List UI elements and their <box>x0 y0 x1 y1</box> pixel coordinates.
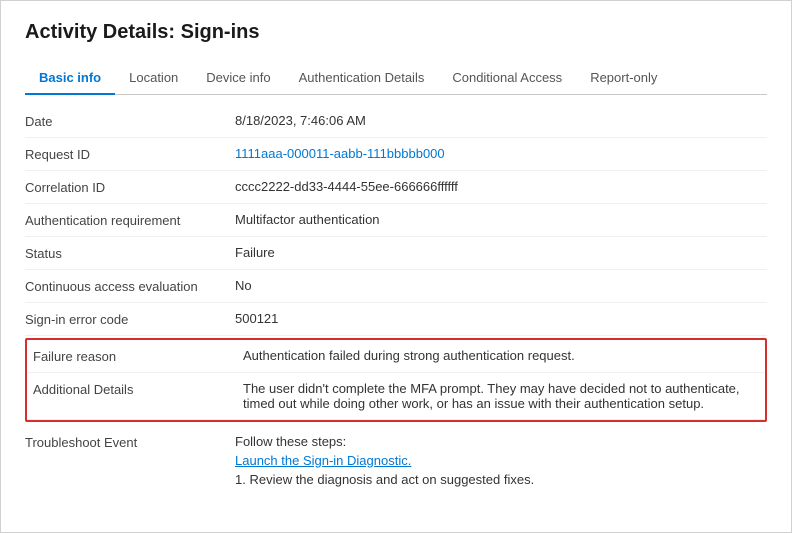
field-date: Date 8/18/2023, 7:46:06 AM <box>25 105 767 138</box>
field-value-failure-reason: Authentication failed during strong auth… <box>243 348 759 363</box>
troubleshoot-event-section: Troubleshoot Event Follow these steps: L… <box>25 424 767 493</box>
tab-bar: Basic info Location Device info Authenti… <box>25 62 767 95</box>
field-additional-details: Additional Details The user didn't compl… <box>27 373 765 420</box>
tab-device-info[interactable]: Device info <box>192 62 284 95</box>
field-failure-reason: Failure reason Authentication failed dur… <box>27 340 765 373</box>
tab-auth-details[interactable]: Authentication Details <box>285 62 439 95</box>
highlighted-fields-box: Failure reason Authentication failed dur… <box>25 338 767 422</box>
field-value-cae: No <box>235 278 767 293</box>
field-value-status: Failure <box>235 245 767 260</box>
field-label-error-code: Sign-in error code <box>25 311 235 327</box>
field-cae: Continuous access evaluation No <box>25 270 767 303</box>
troubleshoot-step-1: 1. Review the diagnosis and act on sugge… <box>235 472 767 487</box>
troubleshoot-steps-title: Follow these steps: <box>235 434 767 449</box>
field-error-code: Sign-in error code 500121 <box>25 303 767 336</box>
page-title: Activity Details: Sign-ins <box>25 21 767 44</box>
field-label-status: Status <box>25 245 235 261</box>
tab-conditional-access[interactable]: Conditional Access <box>438 62 576 95</box>
field-value-error-code: 500121 <box>235 311 767 326</box>
field-value-request-id[interactable]: 1111aaa-000011-aabb-111bbbbb000 <box>235 146 767 161</box>
field-value-additional-details: The user didn't complete the MFA prompt.… <box>243 381 759 411</box>
field-label-failure-reason: Failure reason <box>33 348 243 364</box>
tab-report-only[interactable]: Report-only <box>576 62 671 95</box>
field-label-auth-requirement: Authentication requirement <box>25 212 235 228</box>
tab-basic-info[interactable]: Basic info <box>25 62 115 95</box>
field-auth-requirement: Authentication requirement Multifactor a… <box>25 204 767 237</box>
field-label-additional-details: Additional Details <box>33 381 243 397</box>
field-correlation-id: Correlation ID cccc2222-dd33-4444-55ee-6… <box>25 171 767 204</box>
activity-details-panel: Activity Details: Sign-ins Basic info Lo… <box>0 0 792 533</box>
tab-location[interactable]: Location <box>115 62 192 95</box>
basic-info-content: Date 8/18/2023, 7:46:06 AM Request ID 11… <box>25 95 767 493</box>
field-value-date: 8/18/2023, 7:46:06 AM <box>235 113 767 128</box>
field-label-request-id: Request ID <box>25 146 235 162</box>
field-label-cae: Continuous access evaluation <box>25 278 235 294</box>
field-label-correlation-id: Correlation ID <box>25 179 235 195</box>
field-label-date: Date <box>25 113 235 129</box>
troubleshoot-content: Follow these steps: Launch the Sign-in D… <box>235 434 767 487</box>
field-status: Status Failure <box>25 237 767 270</box>
field-value-correlation-id: cccc2222-dd33-4444-55ee-666666ffffff <box>235 179 767 194</box>
launch-diagnostic-link[interactable]: Launch the Sign-in Diagnostic. <box>235 453 767 468</box>
field-request-id: Request ID 1111aaa-000011-aabb-111bbbbb0… <box>25 138 767 171</box>
troubleshoot-label: Troubleshoot Event <box>25 434 235 450</box>
field-value-auth-requirement: Multifactor authentication <box>235 212 767 227</box>
